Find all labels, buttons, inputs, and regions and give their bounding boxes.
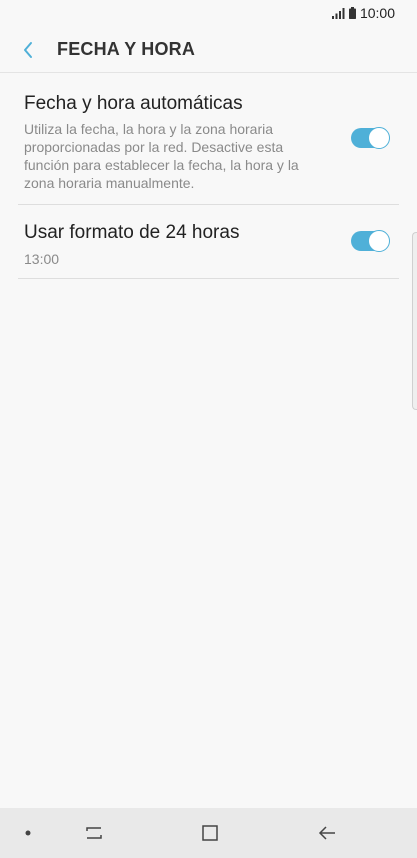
toggle-knob	[368, 230, 390, 252]
settings-list: Fecha y hora automáticas Utiliza la fech…	[0, 72, 417, 279]
setting-title: Usar formato de 24 horas	[24, 222, 240, 243]
navigation-bar	[0, 808, 417, 858]
recent-apps-icon	[86, 827, 102, 839]
toggle-knob	[368, 127, 390, 149]
chevron-left-icon	[24, 42, 32, 58]
home-button[interactable]	[197, 820, 223, 846]
screen: 10:00 FECHA Y HORA Fecha y hora automáti…	[0, 0, 417, 858]
status-icons: 10:00	[331, 5, 395, 21]
nav-dot-button[interactable]	[15, 820, 41, 846]
auto-datetime-toggle[interactable]	[351, 127, 390, 149]
home-icon	[202, 825, 218, 841]
back-arrow-icon	[318, 826, 335, 840]
setting-title: Fecha y hora automáticas	[24, 93, 243, 114]
status-bar: 10:00	[0, 0, 417, 26]
setting-description: Utiliza la fecha, la hora y la zona hora…	[24, 121, 299, 191]
format-24h-setting[interactable]: Usar formato de 24 horas 13:00	[18, 205, 399, 279]
dot-icon	[25, 830, 31, 836]
app-header: FECHA Y HORA	[0, 26, 417, 72]
edge-panel-handle[interactable]	[412, 232, 417, 410]
status-time: 10:00	[359, 5, 395, 21]
auto-datetime-setting[interactable]: Fecha y hora automáticas Utiliza la fech…	[18, 73, 399, 205]
battery-icon	[348, 7, 356, 19]
nav-back-button[interactable]	[314, 820, 340, 846]
setting-subtitle: 13:00	[24, 251, 60, 267]
back-button[interactable]	[14, 36, 42, 64]
recent-apps-button[interactable]	[81, 820, 107, 846]
page-title: FECHA Y HORA	[57, 39, 196, 59]
format-24h-toggle[interactable]	[351, 230, 390, 252]
signal-icon	[331, 8, 345, 19]
